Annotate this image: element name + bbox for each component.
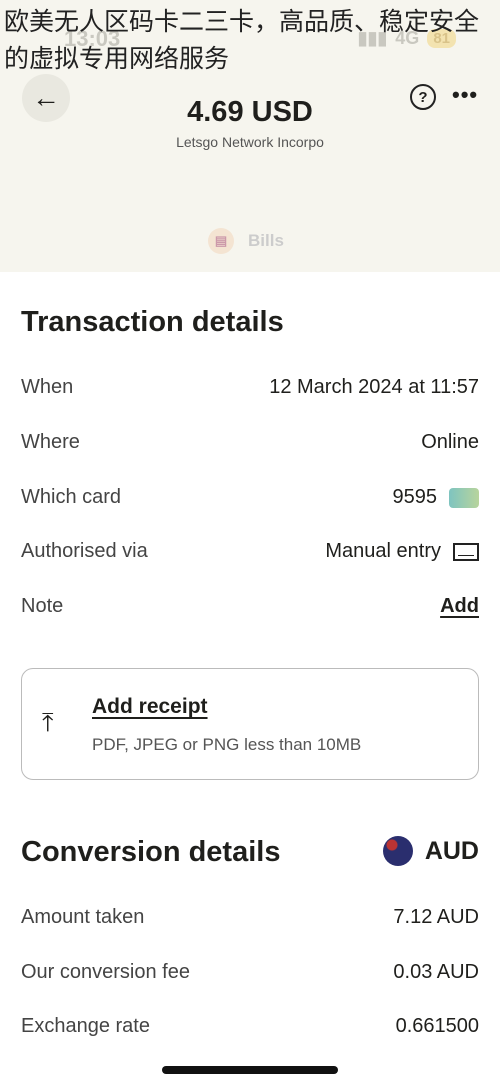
row-note: Note Add xyxy=(21,595,479,618)
bills-label: Bills xyxy=(248,231,284,250)
row-where: Where Online xyxy=(21,431,479,454)
row-value: 7.12 AUD xyxy=(393,906,479,928)
auth-method: Manual entry xyxy=(325,540,441,562)
merchant-name: Letsgo Network Incorpo xyxy=(176,134,324,150)
row-conversion-fee: Our conversion fee 0.03 AUD xyxy=(21,961,479,984)
add-receipt-card[interactable]: ⤒ Add receipt PDF, JPEG or PNG less than… xyxy=(21,668,479,780)
card-value: 9595 xyxy=(392,486,479,509)
card-icon xyxy=(449,487,479,508)
card-last-digits: 9595 xyxy=(392,486,438,508)
transaction-details-title: Transaction details xyxy=(21,306,284,338)
row-label: When xyxy=(21,376,74,398)
currency-badge: AUD xyxy=(382,836,479,866)
row-label: Which card xyxy=(21,486,122,508)
row-card: Which card 9595 xyxy=(21,486,479,509)
overlay-caption: 欧美无人区码卡二三卡，高品质、稳定安全的虚拟专用网络服务 xyxy=(4,8,480,73)
row-label: Where xyxy=(21,431,80,453)
add-receipt-link[interactable]: Add receipt xyxy=(92,695,208,719)
keyboard-icon xyxy=(453,542,479,561)
home-indicator xyxy=(162,1066,338,1074)
australia-flag-icon xyxy=(382,836,413,866)
auth-value: Manual entry xyxy=(325,540,479,563)
row-when: When 12 March 2024 at 11:57 xyxy=(21,376,479,399)
conversion-details-title: Conversion details xyxy=(21,836,281,868)
row-label: Amount taken xyxy=(21,906,145,928)
row-value: 12 March 2024 at 11:57 xyxy=(269,376,479,398)
add-note-link[interactable]: Add xyxy=(440,595,479,618)
row-label: Our conversion fee xyxy=(21,961,190,983)
row-value: 0.03 AUD xyxy=(393,961,479,983)
transaction-amount: 4.69 USD xyxy=(187,96,313,128)
upload-icon: ⤒ xyxy=(42,707,54,737)
row-authorised: Authorised via Manual entry xyxy=(21,540,479,563)
row-label: Authorised via xyxy=(21,540,148,562)
bills-button[interactable]: ▤ Bills xyxy=(208,228,284,254)
document-icon: ▤ xyxy=(208,228,234,254)
row-exchange-rate: Exchange rate 0.661500 xyxy=(21,1015,479,1038)
currency-code: AUD xyxy=(424,836,479,865)
row-label: Note xyxy=(21,595,64,617)
row-amount-taken: Amount taken 7.12 AUD xyxy=(21,906,479,929)
row-value: Online xyxy=(421,431,479,453)
row-label: Exchange rate xyxy=(21,1015,150,1037)
row-value: 0.661500 xyxy=(395,1015,479,1037)
receipt-hint: PDF, JPEG or PNG less than 10MB xyxy=(92,735,362,754)
